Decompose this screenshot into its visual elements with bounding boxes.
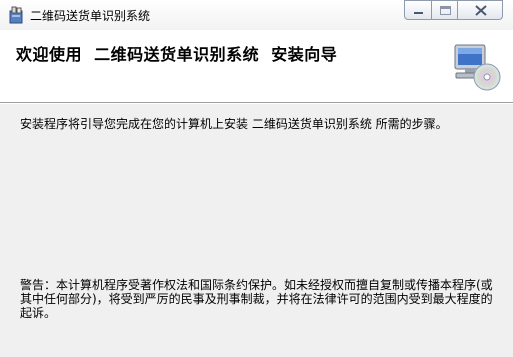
close-icon: [475, 5, 487, 16]
minimize-button[interactable]: [404, 0, 432, 20]
maximize-button[interactable]: [431, 0, 458, 20]
close-button[interactable]: [457, 0, 503, 20]
maximize-icon: [440, 6, 451, 15]
wizard-header: 欢迎使用 二维码送货单识别系统 安装向导: [0, 30, 513, 103]
intro-text: 安装程序将引导您完成在您的计算机上安装 二维码送货单识别系统 所需的步骤。: [20, 117, 448, 131]
title-bar: 二维码送货单识别系统: [0, 0, 513, 30]
wizard-body: 安装程序将引导您完成在您的计算机上安装 二维码送货单识别系统 所需的步骤。 警告…: [0, 103, 513, 357]
window-title: 二维码送货单识别系统: [30, 9, 151, 23]
minimize-icon: [414, 12, 423, 14]
copyright-warning: 警告：本计算机程序受著作权法和国际条约保护。如未经授权而擅自复制或传播本程序(或…: [20, 278, 493, 320]
installer-package-icon: [9, 6, 25, 24]
computer-cd-icon: [450, 42, 502, 94]
page-title: 欢迎使用 二维码送货单识别系统 安装向导: [16, 45, 338, 64]
